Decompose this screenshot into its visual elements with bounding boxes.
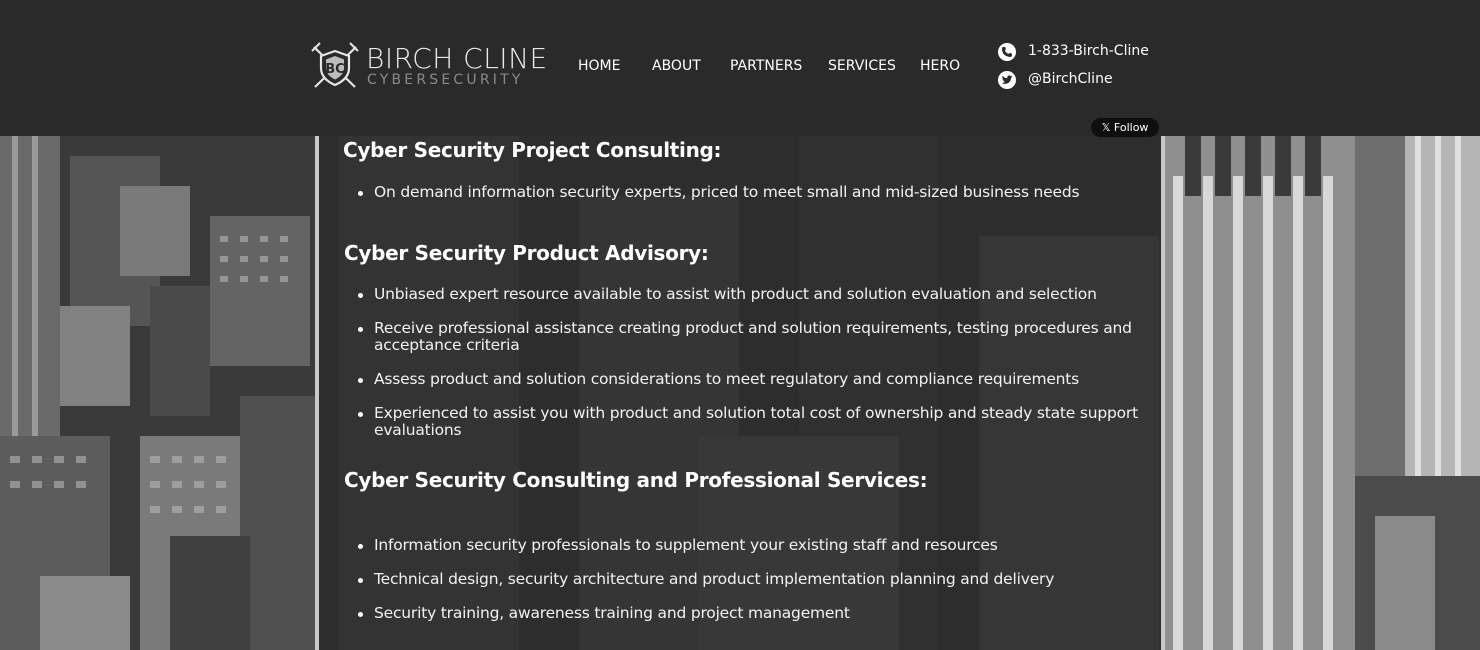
brand-tagline: CYBERSECURITY [367,72,524,88]
phone-icon [998,43,1016,61]
city-image-left [0,136,315,650]
list-item: Unbiased expert resource available to as… [358,286,1144,303]
site-header: BC BIRCH CLINE CYBERSECURITY HOME ABOUT … [0,0,1480,136]
twitter-handle: @BirchCline [1028,71,1113,87]
follow-button[interactable]: 𝕏 Follow [1091,118,1159,137]
list-item: Receive professional assistance creating… [358,320,1144,354]
services-content: Cyber Security Project Consulting: On de… [319,136,1165,650]
shield-swords-icon: BC [311,42,359,88]
city-skyline-right [1165,136,1480,650]
list-item: Technical design, security architecture … [358,571,1144,588]
brand-logo[interactable]: BC BIRCH CLINE CYBERSECURITY [311,40,547,92]
nav-hero[interactable]: HERO [920,58,960,74]
list-item: On demand information security experts, … [358,184,1144,201]
list-item: Assess product and solution consideratio… [358,371,1144,388]
nav-about[interactable]: ABOUT [652,58,701,74]
phone-number: 1-833-Birch-Cline [1028,43,1149,59]
section-title-product-advisory: Cyber Security Product Advisory: [344,241,709,265]
section-title-professional-services: Cyber Security Consulting and Profession… [344,468,928,492]
nav-home[interactable]: HOME [578,58,620,74]
nav-partners[interactable]: PARTNERS [730,58,802,74]
city-image-right [1165,136,1480,650]
section-title-project-consulting: Cyber Security Project Consulting: [343,138,722,162]
list-item: Information security professionals to su… [358,537,1144,554]
list-item: Experienced to assist you with product a… [358,405,1144,439]
list-item: Security training, awareness training an… [358,605,1144,622]
city-skyline-left [0,136,315,650]
svg-text:BC: BC [325,62,344,77]
twitter-icon [998,71,1016,89]
nav-services[interactable]: SERVICES [828,58,896,74]
brand-name: BIRCH CLINE [366,42,548,75]
